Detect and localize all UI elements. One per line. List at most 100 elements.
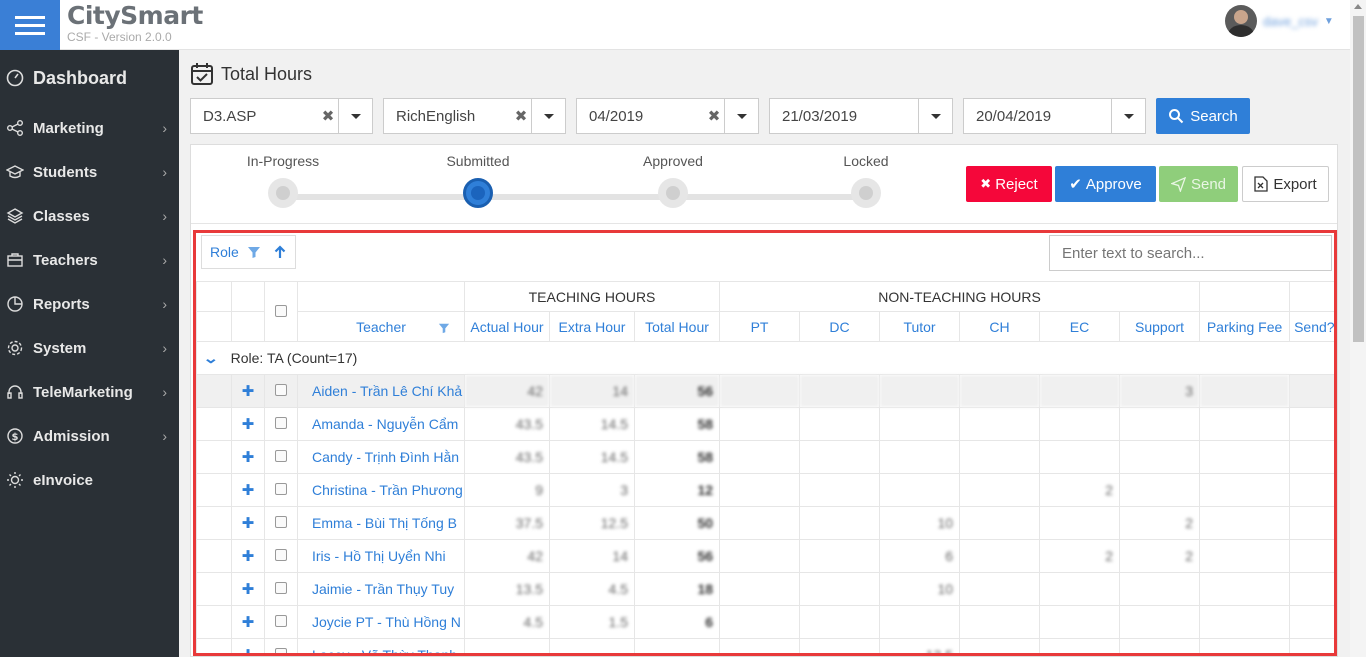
row-checkbox[interactable] [264, 374, 298, 408]
table-row[interactable]: ✚ Emma - Bùi Thị Tống B 37.5 12.5 50 10 2 [196, 506, 1334, 540]
filter-icon[interactable] [438, 322, 450, 334]
row-spacer [196, 605, 232, 639]
teacher-link[interactable]: Joycie PT - Thù Hồng N [297, 605, 465, 639]
dropdown-toggle[interactable] [724, 99, 758, 133]
share-icon [5, 118, 25, 138]
row-checkbox[interactable] [264, 473, 298, 507]
clear-icon[interactable]: ✖ [511, 107, 531, 125]
dropdown-toggle[interactable] [531, 99, 565, 133]
cell-ec: 2 [1039, 539, 1121, 573]
sidebar-item-teachers[interactable]: Teachers › [0, 238, 179, 282]
reject-button[interactable]: ✖ Reject [966, 166, 1052, 202]
row-checkbox[interactable] [264, 638, 298, 653]
dropdown-toggle[interactable] [918, 99, 952, 133]
select-all-checkbox[interactable] [264, 281, 298, 342]
row-checkbox[interactable] [264, 506, 298, 540]
teacher-link[interactable]: Aiden - Trần Lê Chí Khả [297, 374, 465, 408]
col-ch[interactable]: CH [959, 311, 1041, 342]
center-select[interactable]: D3.ASP ✖ [190, 98, 373, 134]
col-send[interactable]: Send? [1289, 311, 1334, 342]
month-select[interactable]: 04/2019 ✖ [576, 98, 759, 134]
expand-plus-icon[interactable]: ✚ [231, 440, 265, 474]
col-support[interactable]: Support [1119, 311, 1201, 342]
approve-button[interactable]: ✔ Approve [1055, 166, 1156, 202]
filter-icon[interactable] [247, 245, 261, 259]
table-row[interactable]: ✚ Joycie PT - Thù Hồng N 4.5 1.5 6 [196, 605, 1334, 639]
teacher-link[interactable]: Jaimie - Trần Thụy Tuy [297, 572, 465, 606]
user-menu[interactable]: dave_csv ▼ [1225, 5, 1334, 37]
sidebar-item-students[interactable]: Students › [0, 150, 179, 194]
col-total-hour[interactable]: Total Hour [633, 311, 721, 342]
sidebar-item-dashboard[interactable]: Dashboard [0, 50, 179, 106]
expand-plus-icon[interactable]: ✚ [231, 605, 265, 639]
sidebar-item-telemarketing[interactable]: TeleMarketing › [0, 370, 179, 414]
sidebar-item-einvoice[interactable]: eInvoice [0, 458, 179, 502]
step-label: Approved [643, 153, 703, 169]
teacher-link[interactable]: Iris - Hồ Thị Uyển Nhi [297, 539, 465, 573]
col-tutor[interactable]: Tutor [879, 311, 961, 342]
col-dc[interactable]: DC [799, 311, 881, 342]
sidebar-item-admission[interactable]: $ Admission › [0, 414, 179, 458]
row-checkbox[interactable] [264, 440, 298, 474]
scrollbar-thumb[interactable] [1353, 16, 1364, 342]
table-row[interactable]: ✚ Lacey - Võ Thùy Thanh 13.5 [196, 638, 1334, 653]
expand-plus-icon[interactable]: ✚ [231, 638, 265, 653]
scroll-up-arrow-icon[interactable] [1354, 4, 1362, 9]
dropdown-toggle[interactable] [1111, 99, 1145, 133]
table-row[interactable]: ✚ Amanda - Nguyễn Cẩm 43.5 14.5 58 [196, 407, 1334, 441]
table-row[interactable]: ✚ Jaimie - Trần Thụy Tuy 13.5 4.5 18 10 [196, 572, 1334, 606]
sidebar-item-marketing[interactable]: Marketing › [0, 106, 179, 150]
send-button[interactable]: Send [1159, 166, 1238, 202]
teacher-link[interactable]: Lacey - Võ Thùy Thanh [297, 638, 465, 653]
expand-plus-icon[interactable]: ✚ [231, 473, 265, 507]
cell-support [1119, 572, 1201, 606]
sidebar-item-system[interactable]: System › [0, 326, 179, 370]
cell-total-hour [633, 638, 721, 653]
dropdown-toggle[interactable] [338, 99, 372, 133]
expand-plus-icon[interactable]: ✚ [231, 407, 265, 441]
header-non-teaching-hours: NON-TEACHING HOURS [719, 281, 1201, 312]
group-row[interactable]: ⌄ Role: TA (Count=17) [196, 341, 1334, 375]
teacher-link[interactable]: Amanda - Nguyễn Cẩm [297, 407, 465, 441]
row-checkbox[interactable] [264, 605, 298, 639]
cell-extra-hour: 14.5 [549, 440, 635, 474]
teacher-link[interactable]: Christina - Trần Phương [297, 473, 465, 507]
app-logo[interactable]: CitySmart CSF - Version 2.0.0 [67, 1, 203, 44]
col-parking-fee[interactable]: Parking Fee [1199, 311, 1291, 342]
row-checkbox[interactable] [264, 539, 298, 573]
program-select[interactable]: RichEnglish ✖ [383, 98, 566, 134]
table-row[interactable]: ✚ Aiden - Trần Lê Chí Khả 42 14 56 3 [196, 374, 1334, 408]
col-extra-hour[interactable]: Extra Hour [549, 311, 635, 342]
table-row[interactable]: ✚ Christina - Trần Phương 9 3 12 2 [196, 473, 1334, 507]
table-row[interactable]: ✚ Candy - Trịnh Đình Hằn 43.5 14.5 58 [196, 440, 1334, 474]
row-checkbox[interactable] [264, 407, 298, 441]
export-button[interactable]: Export [1242, 166, 1329, 202]
clear-icon[interactable]: ✖ [704, 107, 724, 125]
expand-plus-icon[interactable]: ✚ [231, 374, 265, 408]
expand-plus-icon[interactable]: ✚ [231, 572, 265, 606]
teacher-link[interactable]: Emma - Bùi Thị Tống B [297, 506, 465, 540]
clear-icon[interactable]: ✖ [318, 107, 338, 125]
to-date-select[interactable]: 20/04/2019 [963, 98, 1146, 134]
page-title-text: Total Hours [221, 63, 313, 84]
expand-plus-icon[interactable]: ✚ [231, 506, 265, 540]
hamburger-menu-button[interactable] [0, 0, 60, 50]
sidebar-item-reports[interactable]: Reports › [0, 282, 179, 326]
cell-actual-hour: 42 [464, 539, 550, 573]
table-row[interactable]: ✚ Iris - Hồ Thị Uyển Nhi 42 14 56 6 2 2 [196, 539, 1334, 573]
col-actual-hour[interactable]: Actual Hour [464, 311, 550, 342]
search-button[interactable]: Search [1156, 98, 1250, 134]
from-date-select[interactable]: 21/03/2019 [769, 98, 953, 134]
teacher-link[interactable]: Candy - Trịnh Đình Hằn [297, 440, 465, 474]
chevron-down-icon[interactable]: ⌄ [203, 350, 219, 367]
col-pt[interactable]: PT [719, 311, 801, 342]
page-scrollbar[interactable] [1350, 0, 1366, 657]
row-checkbox[interactable] [264, 572, 298, 606]
sidebar-item-classes[interactable]: Classes › [0, 194, 179, 238]
sort-ascending-icon[interactable] [273, 245, 287, 259]
col-ec[interactable]: EC [1039, 311, 1121, 342]
expand-plus-icon[interactable]: ✚ [231, 539, 265, 573]
grid-search-input[interactable] [1049, 235, 1332, 271]
group-by-chip[interactable]: Role [201, 235, 296, 269]
col-teacher[interactable]: Teacher [297, 311, 465, 342]
